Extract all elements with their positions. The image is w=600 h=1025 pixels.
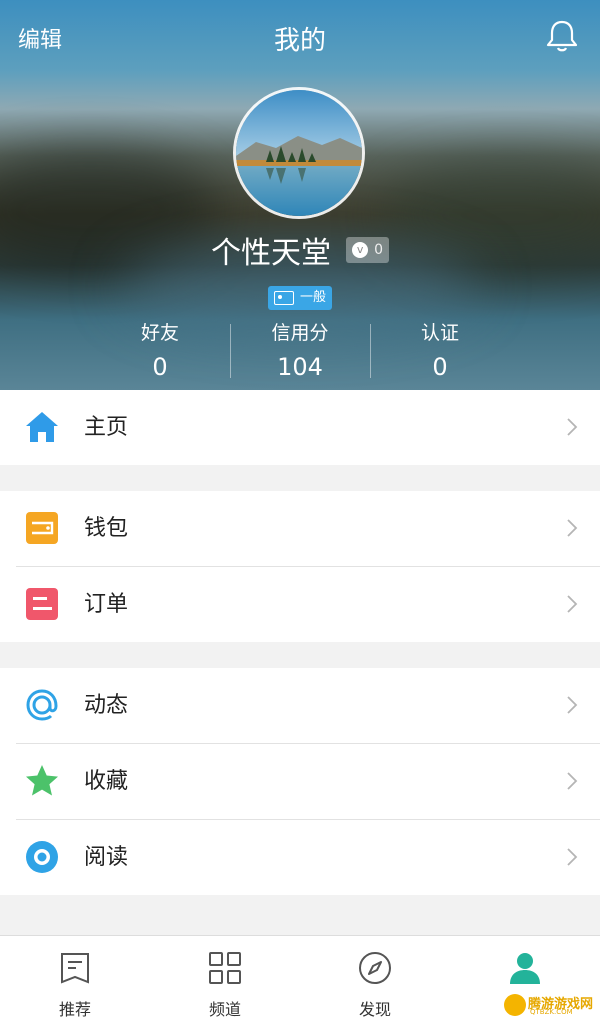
profile-icon — [510, 953, 540, 984]
menu-group-content: 动态 收藏 阅读 — [0, 668, 600, 895]
menu-item-reading[interactable]: 阅读 — [0, 820, 600, 895]
chevron-right-icon — [567, 772, 578, 790]
username-row: 个性天堂 v0 — [0, 228, 600, 272]
bell-icon[interactable] — [542, 16, 582, 56]
menu-label: 收藏 — [84, 769, 129, 794]
stat-value: 104 — [277, 353, 323, 381]
verify-badge[interactable]: v0 — [346, 237, 389, 263]
menu-group-finance: 钱包 订单 — [0, 491, 600, 642]
tab-label: 发现 — [358, 1000, 391, 1019]
star-icon — [26, 765, 58, 796]
bookmark-icon — [61, 953, 89, 984]
avatar[interactable] — [233, 87, 365, 219]
home-icon — [26, 412, 58, 442]
watermark-subtext: QTBZK.COM — [530, 1008, 573, 1016]
page-title: 我的 — [273, 26, 326, 56]
tab-discover[interactable]: 发现 — [300, 936, 450, 1025]
grid-icon — [209, 952, 241, 984]
stat-label: 认证 — [420, 322, 459, 344]
stat-label: 信用分 — [271, 322, 329, 344]
menu-item-feed[interactable]: 动态 — [0, 668, 600, 743]
chevron-right-icon — [567, 696, 578, 714]
shield-v-icon: v — [352, 242, 369, 258]
stat-label: 好友 — [140, 322, 179, 344]
stats-bar: 好友 0 信用分 104 认证 0 — [90, 316, 510, 382]
menu-label: 钱包 — [84, 516, 129, 541]
watermark-icon — [504, 994, 526, 1016]
menu-group-home: 主页 — [0, 390, 600, 465]
menu-item-wallet[interactable]: 钱包 — [0, 491, 600, 566]
menu-item-orders[interactable]: 订单 — [0, 567, 600, 642]
tab-channel[interactable]: 频道 — [150, 936, 300, 1025]
tab-label: 推荐 — [58, 1000, 91, 1019]
tab-recommend[interactable]: 推荐 — [0, 936, 150, 1025]
stat-friends[interactable]: 好友 0 — [90, 316, 230, 382]
at-icon — [26, 689, 58, 721]
menu-item-favorites[interactable]: 收藏 — [0, 744, 600, 819]
menu-label: 主页 — [84, 415, 129, 440]
chevron-right-icon — [567, 848, 578, 866]
menu-item-home[interactable]: 主页 — [0, 390, 600, 465]
compass-icon — [359, 952, 391, 984]
level-row: 一般 — [0, 286, 600, 310]
level-badge: 一般 — [267, 286, 332, 310]
chevron-right-icon — [567, 595, 578, 613]
id-card-icon — [273, 290, 294, 305]
wallet-icon — [26, 512, 58, 544]
profile-header: 编辑 我的 个性天堂 v0 一般 好友 0 信用分 104 认证 0 — [0, 0, 600, 390]
watermark-logo: 腾游游戏网 QTBZK.COM — [500, 992, 600, 1020]
username: 个性天堂 — [210, 236, 331, 271]
verify-count: 0 — [374, 242, 383, 258]
menu-label: 订单 — [84, 592, 129, 617]
menu-label: 阅读 — [84, 845, 129, 870]
chevron-right-icon — [567, 519, 578, 537]
eye-icon — [26, 841, 58, 873]
stat-credit[interactable]: 信用分 104 — [230, 316, 370, 382]
level-label: 一般 — [299, 290, 326, 305]
chevron-right-icon — [567, 418, 578, 436]
stat-value: 0 — [432, 353, 448, 381]
order-icon — [26, 588, 58, 620]
tab-label: 频道 — [208, 1000, 241, 1019]
stat-certification[interactable]: 认证 0 — [370, 316, 510, 382]
stat-value: 0 — [152, 353, 168, 381]
menu-label: 动态 — [84, 693, 129, 718]
